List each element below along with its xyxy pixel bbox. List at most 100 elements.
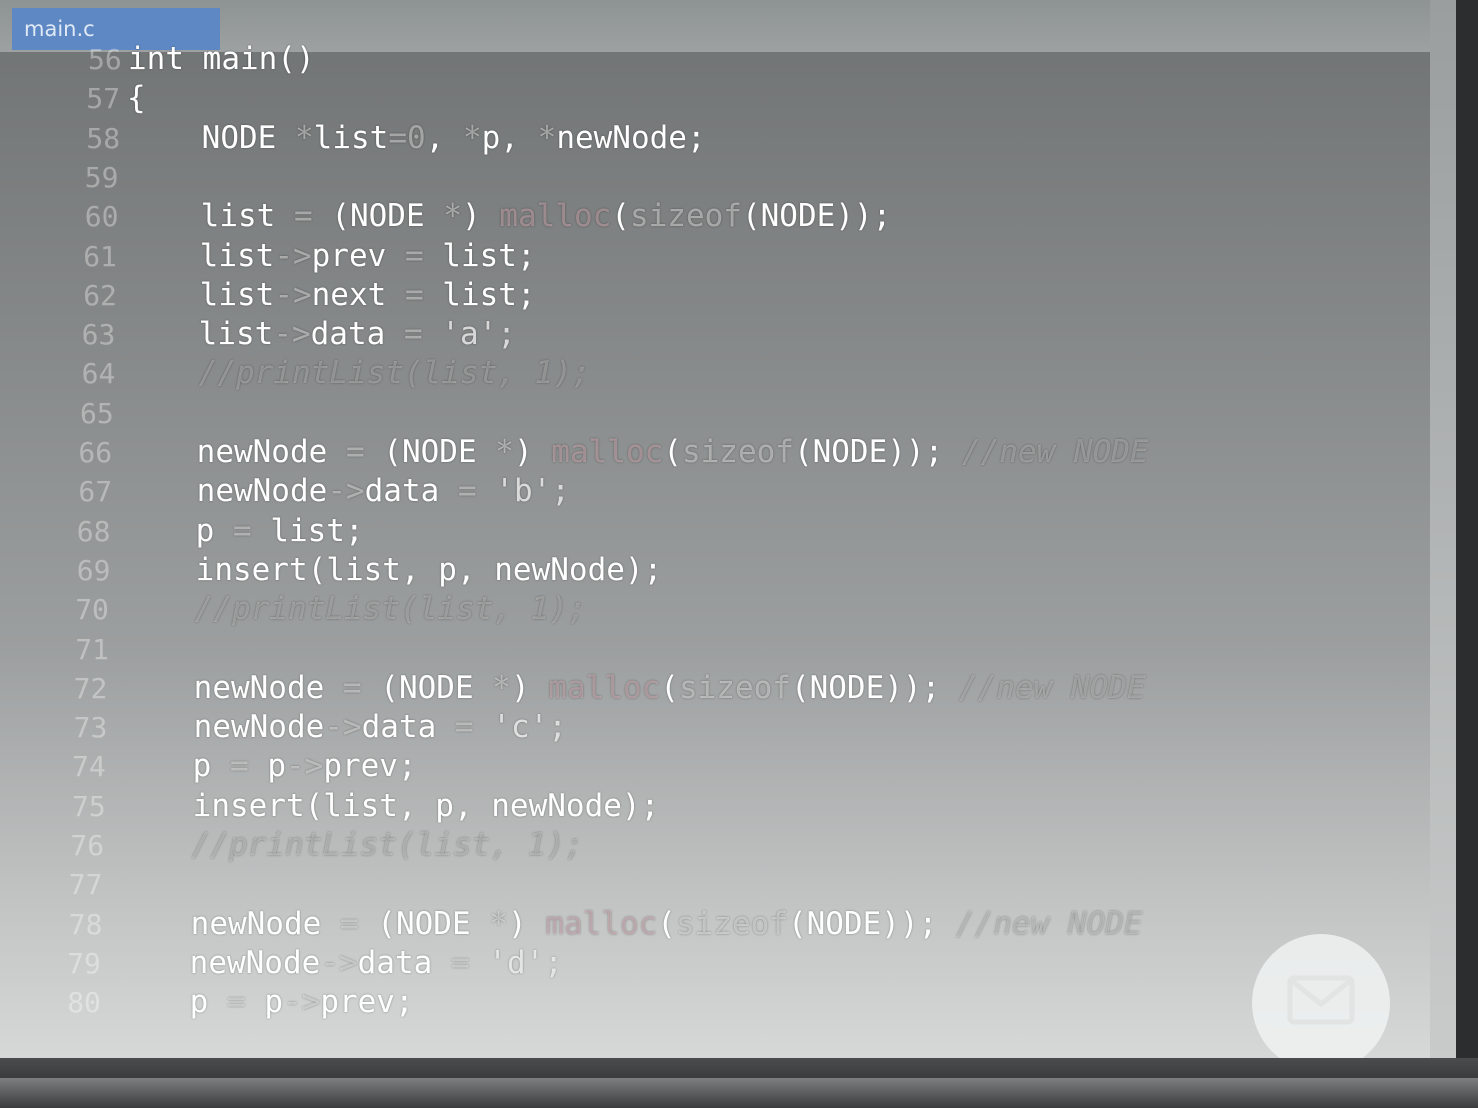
code-token: * [294, 119, 314, 156]
code-token: list; [251, 512, 364, 549]
code-token: p [118, 748, 230, 785]
code-line[interactable]: 69 insert(list, p, newNode); [0, 551, 1430, 590]
code-token: = [293, 198, 313, 235]
line-source: newNode->data = 'c'; [119, 708, 567, 747]
line-number: 59 [84, 160, 119, 194]
code-token: -> [274, 237, 312, 274]
code-token: ( [663, 434, 682, 470]
line-number: 77 [68, 868, 103, 902]
code-line[interactable]: 65 [0, 394, 1430, 433]
code-line[interactable]: 70 //printList(list, 1); [0, 590, 1430, 629]
code-token: newNode [119, 709, 325, 746]
code-token: malloc [499, 198, 612, 235]
code-token: data [310, 316, 404, 353]
code-line[interactable]: 61 list->prev = list; [0, 237, 1430, 276]
code-token: = [403, 316, 423, 353]
code-line[interactable]: 72 newNode = (NODE *) malloc(sizeof(NODE… [0, 669, 1430, 708]
line-source: insert(list, p, newNode); [118, 787, 660, 826]
code-token: newNode [122, 434, 346, 470]
code-token: 'c'; [473, 709, 567, 746]
code-token: insert(list, p, newNode); [121, 551, 663, 588]
code-token: newNode [115, 944, 321, 981]
code-line[interactable]: 71 [0, 630, 1430, 669]
code-token: (NODE)); [741, 198, 892, 235]
code-token: * [495, 434, 514, 470]
code-token: ) [461, 198, 500, 235]
code-token: * [462, 119, 482, 156]
code-line[interactable]: 78 newNode = (NODE *) malloc(sizeof(NODE… [0, 905, 1430, 944]
code-line[interactable]: 57{ [0, 79, 1430, 118]
code-line[interactable]: 68 p = list; [0, 512, 1430, 551]
code-line[interactable]: 66 newNode = (NODE *) malloc(sizeof(NODE… [0, 433, 1430, 472]
code-token: newNode; [556, 119, 706, 156]
line-number: 71 [75, 632, 109, 666]
line-source: insert(list, p, newNode); [121, 551, 663, 590]
line-source: //printList(list, 1); [124, 354, 591, 393]
code-token: 'a'; [422, 316, 516, 353]
code-token: * [537, 119, 557, 156]
mail-icon [1287, 975, 1355, 1025]
code-token: prev; [323, 748, 417, 785]
code-token: (NODE [312, 198, 444, 235]
line-source: list->next = list; [125, 276, 536, 315]
code-line[interactable]: 64 //printList(list, 1); [0, 354, 1430, 393]
code-line[interactable]: 75 insert(list, p, newNode); [0, 787, 1430, 826]
line-source: newNode = (NODE *) malloc(sizeof(NODE));… [119, 669, 1146, 708]
code-token: sizeof [681, 434, 794, 470]
code-editor[interactable]: 56 int main() 57{58 NODE *list=0, *p, *new… [0, 34, 1430, 1044]
code-line[interactable]: 63 list->data = 'a'; [0, 315, 1430, 354]
code-line[interactable]: 80 p = p->prev; [0, 983, 1430, 1022]
code-token: 'b'; [476, 473, 570, 510]
code-token: list [126, 198, 294, 235]
code-token: = [404, 237, 424, 274]
line-source: newNode = (NODE *) malloc(sizeof(NODE));… [116, 905, 1143, 944]
code-token: malloc [551, 434, 664, 470]
line-source: p = p->prev; [118, 747, 417, 786]
code-token: = [450, 944, 470, 981]
code-line[interactable]: 58 NODE *list=0, *p, *newNode; [0, 119, 1430, 158]
line-number: 65 [80, 396, 114, 430]
code-line[interactable]: 60 list = (NODE *) malloc(sizeof(NODE)); [0, 197, 1430, 236]
code-token: -> [324, 709, 362, 746]
code-token: = [457, 473, 477, 510]
code-token: newNode [116, 905, 340, 942]
code-token: sizeof [629, 198, 742, 235]
code-token: malloc [548, 669, 661, 706]
code-line[interactable]: 56 int main() [0, 40, 1430, 79]
code-token: * [492, 669, 511, 706]
line-source: newNode->data = 'b'; [122, 472, 570, 511]
code-line[interactable]: 77 [0, 865, 1430, 904]
code-token: //printList(list, 1); [120, 591, 587, 628]
code-line[interactable]: 76 //printList(list, 1); [0, 826, 1430, 865]
code-token: ( [660, 669, 679, 706]
code-line[interactable]: 62 list->next = list; [0, 276, 1430, 315]
editor-screen: main.c 56 int main() 57{58 NODE *list=0, *… [0, 0, 1456, 1078]
code-token: //new NODE [955, 905, 1143, 942]
code-token: list; [423, 276, 536, 313]
code-token: = [229, 748, 249, 785]
code-line[interactable]: 74 p = p->prev; [0, 747, 1430, 786]
code-line[interactable]: 73 newNode->data = 'c'; [0, 708, 1430, 747]
code-token: //printList(list, 1); [124, 355, 591, 392]
line-source: list->prev = list; [125, 237, 536, 276]
code-token: //printList(list, 1); [117, 827, 584, 863]
code-token: = [404, 276, 424, 313]
code-line[interactable]: 79 newNode->data = 'd'; [0, 944, 1430, 983]
code-token: p, [481, 119, 538, 156]
code-token: insert(list, p, newNode); [118, 787, 660, 824]
monitor-stand-strip [0, 1078, 1478, 1108]
code-token: (NODE)); [790, 669, 959, 706]
code-line[interactable]: 67 newNode->data = 'b'; [0, 472, 1430, 511]
code-token: (NODE [358, 905, 490, 942]
code-token: ) [507, 905, 546, 942]
code-token: data [357, 944, 451, 981]
code-token: //new NODE [958, 669, 1146, 706]
code-token: list [125, 276, 275, 313]
code-token: (NODE)); [787, 905, 956, 942]
code-token: malloc [545, 905, 658, 942]
code-token: p [121, 512, 233, 549]
code-line[interactable]: 59 [0, 158, 1430, 197]
code-token: * [443, 198, 462, 235]
message-button[interactable] [1252, 934, 1390, 1072]
code-token: , [425, 119, 463, 156]
